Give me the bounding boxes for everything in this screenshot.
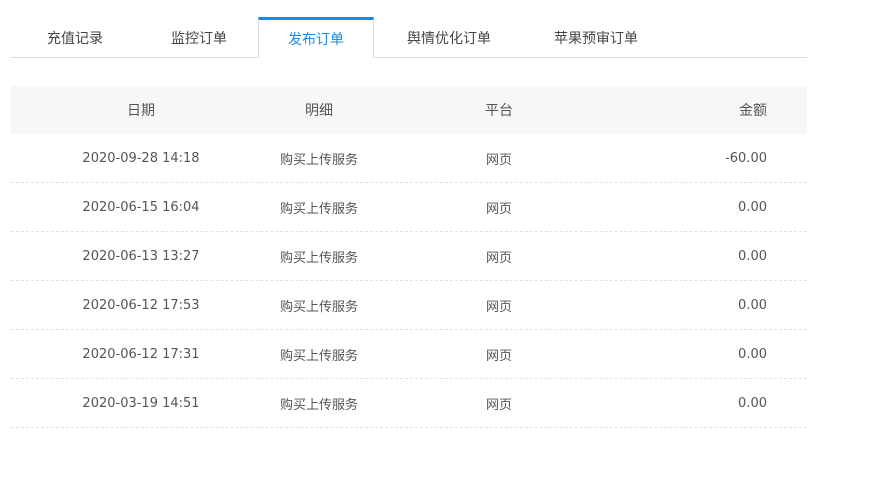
table-row: 2020-06-13 13:27 购买上传服务 网页 0.00 bbox=[11, 232, 807, 281]
cell-amount: 0.00 bbox=[738, 346, 767, 362]
cell-platform: 网页 bbox=[485, 201, 512, 217]
order-tabs: 充值记录 监控订单 发布订单 舆情优化订单 苹果预审订单 bbox=[11, 17, 807, 58]
cell-platform: 网页 bbox=[485, 250, 512, 266]
tab-label: 发布订单 bbox=[288, 31, 344, 48]
cell-platform: 网页 bbox=[485, 348, 512, 364]
cell-detail: 购买上传服务 bbox=[279, 397, 358, 413]
tab-label: 充值记录 bbox=[47, 30, 103, 47]
cell-platform: 网页 bbox=[485, 152, 512, 168]
table-row: 2020-09-28 14:18 购买上传服务 网页 -60.00 bbox=[11, 134, 807, 183]
tab-label: 监控订单 bbox=[171, 30, 227, 47]
table-row: 2020-06-12 17:31 购买上传服务 网页 0.00 bbox=[11, 330, 807, 379]
cell-amount: 0.00 bbox=[738, 199, 767, 215]
tab-publish-orders[interactable]: 发布订单 bbox=[258, 17, 374, 58]
table-header: 日期 明细 平台 金额 bbox=[11, 86, 807, 134]
cell-detail: 购买上传服务 bbox=[279, 348, 358, 364]
cell-amount: -60.00 bbox=[725, 150, 767, 166]
table-row: 2020-03-19 14:51 购买上传服务 网页 0.00 bbox=[11, 379, 807, 428]
cell-platform: 网页 bbox=[485, 397, 512, 413]
orders-table: 日期 明细 平台 金额 2020-09-28 14:18 购买上传服务 网页 -… bbox=[11, 86, 807, 428]
cell-amount: 0.00 bbox=[738, 248, 767, 264]
cell-detail: 购买上传服务 bbox=[279, 299, 358, 315]
tab-sentiment-optimization-orders[interactable]: 舆情优化订单 bbox=[374, 17, 524, 58]
tab-label: 苹果预审订单 bbox=[554, 30, 638, 47]
cell-detail: 购买上传服务 bbox=[279, 201, 358, 217]
column-header-amount: 金额 bbox=[739, 103, 767, 119]
column-header-detail: 明细 bbox=[305, 103, 333, 119]
cell-detail: 购买上传服务 bbox=[279, 152, 358, 168]
cell-amount: 0.00 bbox=[738, 395, 767, 411]
cell-platform: 网页 bbox=[485, 299, 512, 315]
tab-recharge-records[interactable]: 充值记录 bbox=[11, 17, 139, 58]
cell-amount: 0.00 bbox=[738, 297, 767, 313]
cell-detail: 购买上传服务 bbox=[279, 250, 358, 266]
tab-label: 舆情优化订单 bbox=[407, 30, 491, 47]
table-row: 2020-06-12 17:53 购买上传服务 网页 0.00 bbox=[11, 281, 807, 330]
table-row: 2020-06-15 16:04 购买上传服务 网页 0.00 bbox=[11, 183, 807, 232]
column-header-platform: 平台 bbox=[485, 103, 513, 119]
tab-apple-prereview-orders[interactable]: 苹果预审订单 bbox=[524, 17, 668, 58]
tab-monitor-orders[interactable]: 监控订单 bbox=[139, 17, 259, 58]
